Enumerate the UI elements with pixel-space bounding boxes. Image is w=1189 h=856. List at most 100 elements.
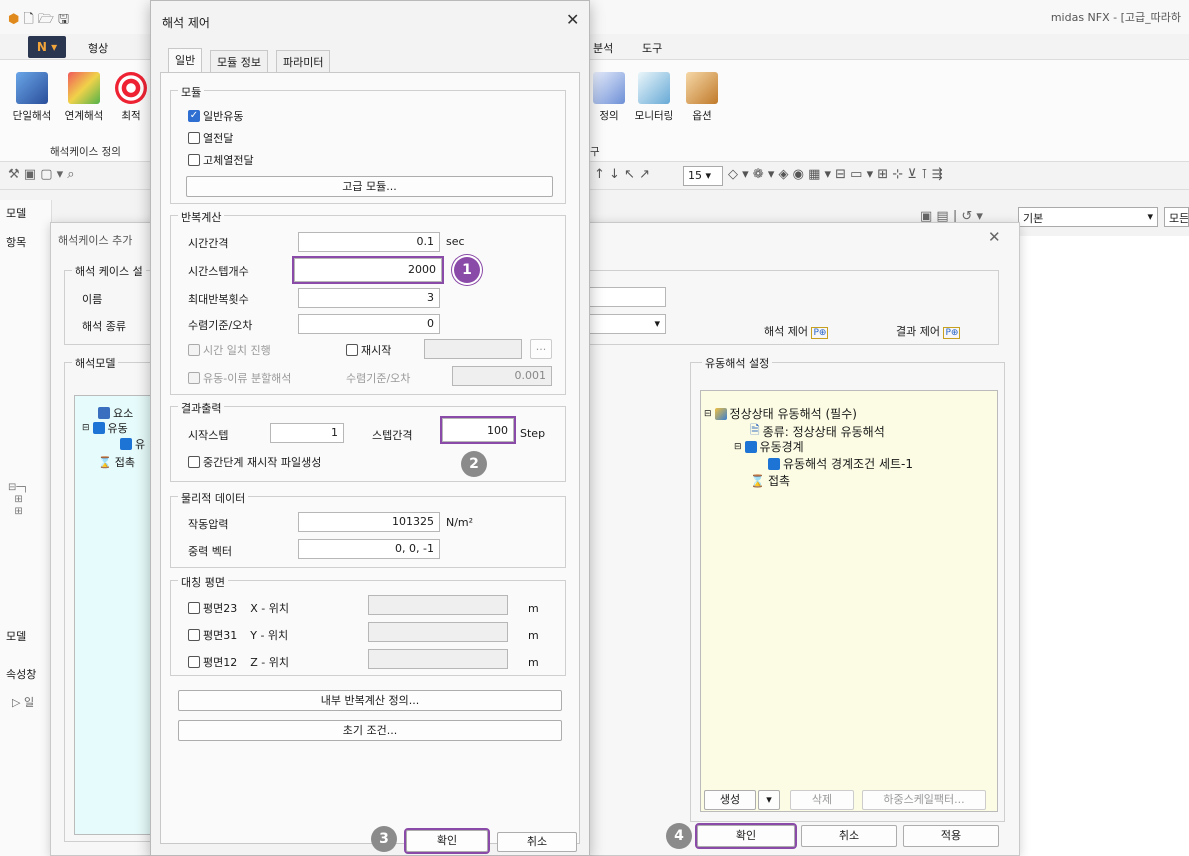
display-filter-combo[interactable]: 모든 — [1164, 207, 1189, 227]
time-sync-checkbox[interactable]: 시간 일치 진행 — [188, 342, 271, 358]
save-icon[interactable]: 🖫 — [58, 12, 73, 27]
module-caption: 모듈 — [178, 84, 205, 100]
open-folder-icon[interactable]: 🗁 — [38, 12, 58, 27]
view-mode-combo[interactable]: 기본 ▾ — [1018, 207, 1158, 227]
tree-node-flow-boundary[interactable]: ⊟ 유동경계 — [734, 438, 804, 455]
coupled-analysis-button[interactable]: 연계해석 — [62, 72, 106, 123]
plane12-checkbox[interactable]: 평면12 Z - 위치 — [188, 654, 289, 670]
plane23-position-input[interactable] — [368, 595, 508, 615]
target-icon — [115, 72, 147, 104]
operating-pressure-input[interactable]: 101325 — [298, 512, 440, 532]
analysis-control-close-icon[interactable]: ✕ — [566, 10, 579, 29]
symmetry-caption: 대칭 평면 — [178, 574, 228, 590]
flow-icon — [92, 422, 105, 434]
toolbar-left-icons[interactable]: ⚒ ▣ ▢ ▾ ⌕ — [8, 167, 75, 182]
tab-geometry[interactable]: 형상 — [88, 40, 108, 56]
callout-2-badge: 2 — [461, 451, 487, 477]
step-interval-input[interactable]: 100 — [440, 416, 516, 444]
start-step-input[interactable]: 1 — [270, 423, 344, 443]
single-analysis-button[interactable]: 단일해석 — [10, 72, 54, 123]
plane12-position-input[interactable] — [368, 649, 508, 669]
toolbar-arrow-icons[interactable]: ↑ ↓ ↖ ↗ — [594, 167, 650, 182]
analysis-control-button[interactable]: 해석 제어 P⊕ — [764, 323, 829, 339]
background-tree-expanders[interactable]: ⊟─┐ ⊞ ⊞ — [8, 482, 28, 518]
callout-3-badge: 3 — [371, 826, 397, 852]
tree-node-contact[interactable]: ⌛ 접촉 — [98, 454, 135, 470]
intermediate-restart-checkbox[interactable]: 중간단계 재시작 파일생성 — [188, 454, 321, 470]
ribbon-group-label-case: 해석케이스 정의 — [50, 146, 121, 158]
model-bottom-tab[interactable]: 모델 — [6, 628, 26, 644]
plane31-position-input[interactable] — [368, 622, 508, 642]
tree-node-steady-flow[interactable]: ⊟ 정상상태 유동해석 (필수) — [704, 405, 857, 422]
restart-browse-button[interactable]: ... — [530, 339, 552, 359]
time-step-input[interactable]: 0.1 — [298, 232, 440, 252]
gravity-vector-input[interactable]: 0, 0, -1 — [298, 539, 440, 559]
plane23-checkbox[interactable]: 평면23 X - 위치 — [188, 600, 289, 616]
tree-node-element[interactable]: 요소 — [98, 405, 133, 421]
num-time-steps-input[interactable]: 2000 — [292, 256, 444, 284]
analysis-control-dialog-title: 해석 제어 — [162, 16, 210, 30]
control-cancel-button[interactable]: 취소 — [497, 832, 577, 852]
initial-condition-button[interactable]: 초기 조건... — [178, 720, 562, 741]
boundary-set-icon — [768, 457, 780, 470]
tab-general[interactable]: 일반 — [168, 48, 203, 72]
tree-node-flow-child[interactable]: 유 — [120, 436, 145, 452]
tree-node-boundary-set[interactable]: 유동해석 경계조건 세트-1 — [768, 455, 913, 472]
plane31-checkbox[interactable]: 평면31 Y - 위치 — [188, 627, 288, 643]
start-step-label: 시작스텝 — [188, 429, 229, 442]
zoom-combo[interactable]: 15 ▾ — [683, 166, 723, 186]
app-title: midas NFX - [고급_따라하 — [1050, 11, 1181, 24]
properties-general-item[interactable]: ▷ 일 — [12, 694, 34, 710]
restart-checkbox[interactable]: 재시작 — [346, 342, 391, 358]
tree-node-flow[interactable]: ⊟ 유동 — [82, 420, 128, 436]
create-button[interactable]: 생성 — [704, 790, 756, 810]
checkbox-checked-icon: ✓ — [188, 110, 200, 122]
quick-access-toolbar[interactable]: ⬢🗋🗁🖫 — [8, 10, 73, 32]
max-iterations-input[interactable]: 3 — [298, 288, 440, 308]
flow-boundary-icon — [744, 440, 757, 453]
hourglass-icon: ⌛ — [98, 455, 112, 469]
fsi-convergence-label: 수렴기준/오차 — [346, 372, 411, 385]
toolbar-right-icons[interactable]: ◇ ▾ ❁ ▾ ◈ ◉ ▦ ▾ ⊟ ▭ ▾ ⊞ ⊹ ⊻ ⊺ ⇶ — [728, 167, 943, 182]
checkbox-icon — [188, 629, 200, 641]
general-flow-checkbox[interactable]: ✓ 일반유동 — [188, 108, 243, 124]
case-name-input[interactable] — [588, 287, 666, 307]
plane31-unit: m — [528, 629, 539, 642]
element-icon — [98, 407, 110, 419]
case-apply-button[interactable]: 적용 — [903, 825, 999, 847]
fsi-convergence-input[interactable]: 0.001 — [452, 366, 552, 386]
optimization-button[interactable]: 최적 — [112, 72, 150, 123]
model-view-area[interactable] — [1012, 236, 1189, 856]
result-control-button[interactable]: 결과 제어 P⊕ — [896, 323, 961, 339]
case-ok-button[interactable]: 확인 — [695, 823, 797, 849]
tab-module-info[interactable]: 모듈 정보 — [210, 50, 268, 72]
options-icon — [686, 72, 718, 104]
solid-heat-transfer-checkbox[interactable]: 고체열전달 — [188, 152, 254, 168]
fsi-checkbox[interactable]: 유동-이류 분할해석 — [188, 370, 291, 386]
create-dropdown-button[interactable]: ▾ — [758, 790, 780, 810]
restart-file-input[interactable] — [424, 339, 522, 359]
tab-parameters[interactable]: 파라미터 — [276, 50, 331, 72]
app-menu-button[interactable]: N ▾ — [28, 36, 66, 58]
time-step-unit: sec — [446, 235, 465, 248]
advanced-module-button[interactable]: 고급 모듈... — [186, 176, 553, 197]
convergence-label: 수렴기준/오차 — [188, 319, 253, 332]
tree-node-right-contact[interactable]: ⌛ 접촉 — [750, 472, 790, 489]
new-file-icon[interactable]: 🗋 — [23, 12, 37, 27]
analysis-type-select[interactable]: ▾ — [588, 314, 666, 334]
case-cancel-button[interactable]: 취소 — [801, 825, 897, 847]
options-button[interactable]: 옵션 — [680, 72, 724, 123]
monitoring-button[interactable]: 모니터링 — [628, 72, 680, 123]
delete-button[interactable]: 삭제 — [790, 790, 854, 810]
checkbox-icon — [188, 602, 200, 614]
tab-tools[interactable]: 도구 — [642, 40, 662, 56]
control-ok-button[interactable]: 확인 — [404, 828, 490, 854]
load-scale-factor-button[interactable]: 하중스케일팩터... — [862, 790, 986, 810]
definition-button[interactable]: 정의 — [590, 72, 628, 123]
convergence-input[interactable]: 0 — [298, 314, 440, 334]
inner-iteration-button[interactable]: 내부 반복계산 정의... — [178, 690, 562, 711]
tab-analysis[interactable]: 분석 — [593, 40, 613, 56]
heat-transfer-checkbox[interactable]: 열전달 — [188, 130, 233, 146]
analysis-case-close-icon[interactable]: ✕ — [988, 228, 1001, 246]
plane23-unit: m — [528, 602, 539, 615]
